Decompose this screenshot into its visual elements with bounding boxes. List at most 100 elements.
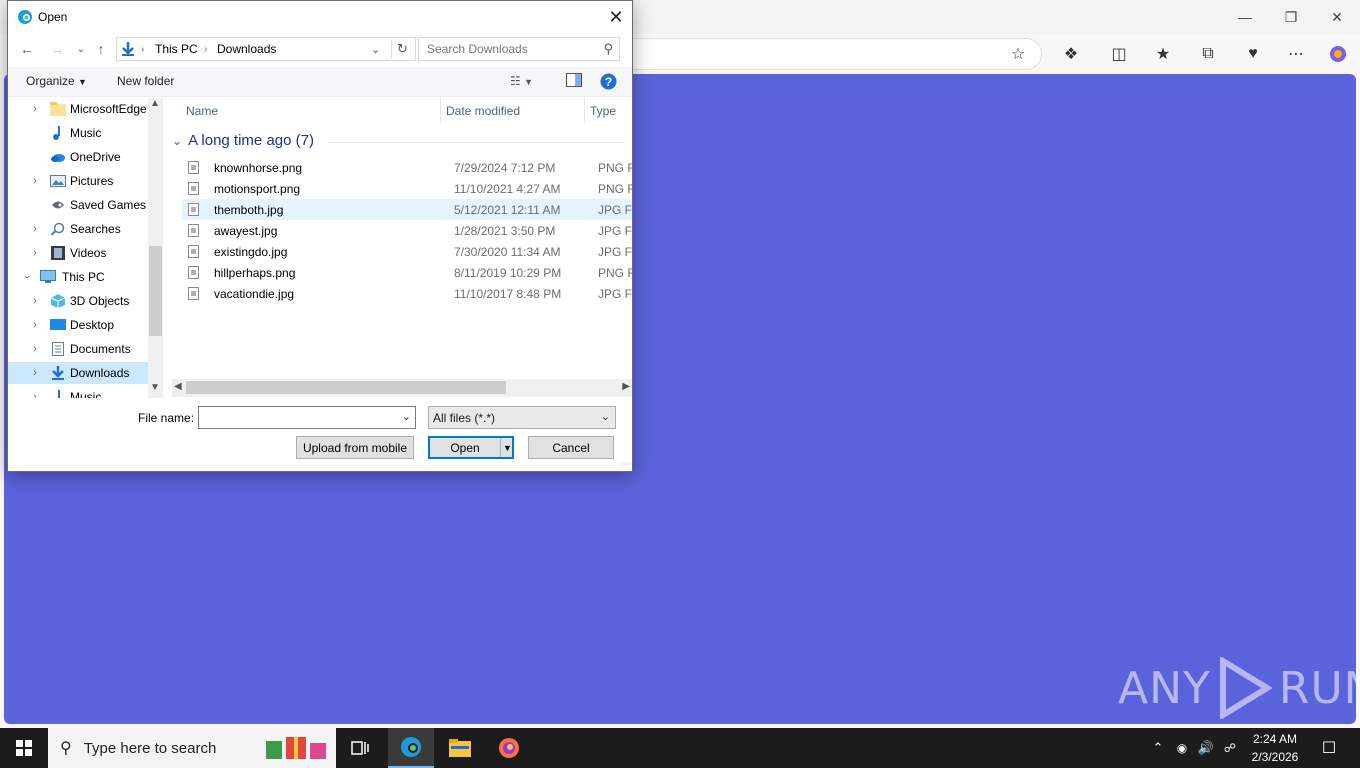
file-row[interactable]: themboth.jpg 5/12/2021 12:11 AM JPG File <box>182 199 632 220</box>
close-window-button[interactable]: ✕ <box>1314 0 1360 34</box>
address-bar[interactable] <box>632 38 1042 70</box>
chevron-right-icon[interactable]: › <box>30 295 40 307</box>
file-row[interactable]: awayest.jpg 1/28/2021 3:50 PM JPG File <box>182 220 632 241</box>
notifications-icon[interactable]: ☐ <box>1314 728 1344 768</box>
preview-pane-icon[interactable] <box>566 73 582 90</box>
help-icon[interactable]: ? <box>600 73 617 93</box>
nav-item-this-pc[interactable]: › This PC <box>8 266 148 288</box>
cancel-button[interactable]: Cancel <box>528 436 614 459</box>
column-separator[interactable] <box>584 98 585 124</box>
file-row[interactable]: knownhorse.png 7/29/2024 7:12 PM PNG Fil… <box>182 157 632 178</box>
new-folder-button[interactable]: New folder <box>117 74 174 88</box>
file-row[interactable]: existingdo.jpg 7/30/2020 11:34 AM JPG Fi… <box>182 241 632 262</box>
favorite-star-icon[interactable]: ☆ <box>1003 40 1033 68</box>
chevron-right-icon[interactable]: › <box>30 391 40 398</box>
file-type: JPG File <box>598 245 632 259</box>
open-file-dialog: Open ✕ ← → ⌄ ↑ › This PC › Downloads ⌄ ↻… <box>7 0 633 472</box>
chevron-right-icon[interactable]: › <box>30 223 40 235</box>
column-separator[interactable] <box>440 98 441 124</box>
nav-item-pictures[interactable]: › Pictures <box>8 170 148 192</box>
column-header-date[interactable]: Date modified <box>446 98 520 124</box>
nav-item-documents[interactable]: › Documents <box>8 338 148 360</box>
chevron-right-icon[interactable]: › <box>30 175 40 187</box>
scroll-down-icon[interactable]: ▼ <box>150 382 160 393</box>
scrollbar-thumb[interactable] <box>149 246 162 336</box>
file-name: themboth.jpg <box>214 203 284 217</box>
upload-label: Upload from mobile <box>302 440 408 455</box>
firefox-icon[interactable] <box>486 728 532 768</box>
scroll-left-icon[interactable]: ◀ <box>174 381 182 392</box>
view-options-icon[interactable]: ☷ ▼ <box>510 74 533 88</box>
settings-more-icon[interactable]: ⋯ <box>1281 40 1311 68</box>
chevron-right-icon[interactable]: › <box>30 343 40 355</box>
start-button[interactable] <box>0 728 48 768</box>
column-header-name[interactable]: Name <box>186 98 218 124</box>
dialog-close-button[interactable]: ✕ <box>600 1 632 33</box>
task-view-icon[interactable] <box>340 728 380 768</box>
scroll-up-icon[interactable]: ▲ <box>150 98 160 109</box>
chevron-down-icon[interactable]: ⌄ <box>172 134 182 148</box>
address-dropdown-icon[interactable]: ⌄ <box>371 43 380 56</box>
nav-item-onedrive[interactable]: OneDrive <box>8 146 148 168</box>
chevron-right-icon[interactable]: › <box>30 319 40 331</box>
extensions-icon[interactable]: ❖ <box>1056 40 1086 68</box>
nav-label: Saved Games <box>70 198 147 212</box>
search-input[interactable]: Search Downloads ⚲ <box>418 37 620 61</box>
column-header-type[interactable]: Type <box>590 98 616 124</box>
back-arrow-icon[interactable]: ← <box>16 37 38 61</box>
chevron-right-icon[interactable]: › <box>30 367 40 379</box>
clock[interactable]: 2:24 AM 2/3/2026 <box>1240 730 1310 766</box>
scrollbar-thumb[interactable] <box>186 381 506 394</box>
minimize-button[interactable]: — <box>1222 0 1268 34</box>
file-explorer-icon[interactable] <box>438 728 482 768</box>
nav-item-saved-games[interactable]: Saved Games <box>8 194 148 216</box>
group-header[interactable]: ⌄ A long time ago (7) <box>172 132 314 149</box>
nav-item-music[interactable]: Music <box>8 122 148 144</box>
refresh-icon[interactable]: ↻ <box>397 41 408 57</box>
up-arrow-icon[interactable]: ↑ <box>90 37 112 61</box>
nav-pane-scrollbar[interactable]: ▲ ▼ <box>148 98 163 398</box>
file-row[interactable]: motionsport.png 11/10/2021 4:27 AM PNG F… <box>182 178 632 199</box>
file-name-field[interactable]: ⌄ <box>198 406 416 429</box>
restore-button[interactable]: ❐ <box>1268 0 1314 34</box>
file-row[interactable]: hillperhaps.png 8/11/2019 10:29 PM PNG F… <box>182 262 632 283</box>
favorites-icon[interactable]: ★ <box>1148 40 1178 68</box>
chevron-right-icon[interactable]: › <box>30 103 40 115</box>
breadcrumb-this-pc[interactable]: This PC <box>155 42 198 56</box>
organize-button[interactable]: Organize ▼ <box>26 74 87 88</box>
scroll-right-icon[interactable]: ▶ <box>622 381 630 392</box>
file-row[interactable]: vacationdie.jpg 11/10/2017 8:48 PM JPG F… <box>182 283 632 304</box>
breadcrumb[interactable]: › This PC › Downloads ⌄ ↻ <box>116 37 416 61</box>
upload-from-mobile-button[interactable]: Upload from mobile <box>296 436 414 459</box>
file-name: vacationdie.jpg <box>214 287 295 301</box>
nav-item-downloads[interactable]: › Downloads <box>8 362 148 384</box>
forward-arrow-icon[interactable]: → <box>46 37 68 61</box>
nav-item-music-2[interactable]: › Music <box>8 386 148 398</box>
copilot-icon[interactable] <box>1323 40 1353 68</box>
network-icon[interactable]: ☍ <box>1220 728 1240 768</box>
meet-now-icon[interactable]: ◉ <box>1172 728 1192 768</box>
chevron-up-icon[interactable]: ⌃ <box>1148 728 1168 768</box>
nav-label: Pictures <box>70 174 114 188</box>
open-button[interactable]: Open ▼ <box>428 436 514 459</box>
chevron-down-icon[interactable]: › <box>21 272 33 282</box>
chevron-right-icon[interactable]: › <box>30 247 40 259</box>
open-dropdown-icon[interactable]: ▼ <box>503 443 512 453</box>
nav-item-3d-objects[interactable]: › 3D Objects <box>8 290 148 312</box>
resize-grip-icon[interactable]: ⋯ <box>621 459 630 470</box>
search-highlight-icon[interactable] <box>262 728 332 768</box>
volume-icon[interactable]: 🔊 <box>1196 728 1216 768</box>
breadcrumb-downloads[interactable]: Downloads <box>217 42 276 56</box>
file-type-select[interactable]: All files (*.*) ⌄ <box>428 406 616 429</box>
recent-locations-chevron-icon[interactable]: ⌄ <box>70 37 92 61</box>
nav-item-videos[interactable]: › Videos <box>8 242 148 264</box>
chevron-down-icon[interactable]: ⌄ <box>402 410 411 423</box>
collections-icon[interactable]: ⧉ <box>1193 40 1223 68</box>
browser-essentials-icon[interactable]: ♥ <box>1238 40 1268 68</box>
nav-item-microsoftedge[interactable]: › MicrosoftEdge <box>8 98 148 120</box>
file-list-hscrollbar[interactable]: ◀ ▶ <box>172 379 632 397</box>
edge-taskbar-icon[interactable] <box>388 728 434 768</box>
nav-item-searches[interactable]: › Searches <box>8 218 148 240</box>
nav-item-desktop[interactable]: › Desktop <box>8 314 148 336</box>
split-screen-icon[interactable]: ◫ <box>1104 40 1134 68</box>
